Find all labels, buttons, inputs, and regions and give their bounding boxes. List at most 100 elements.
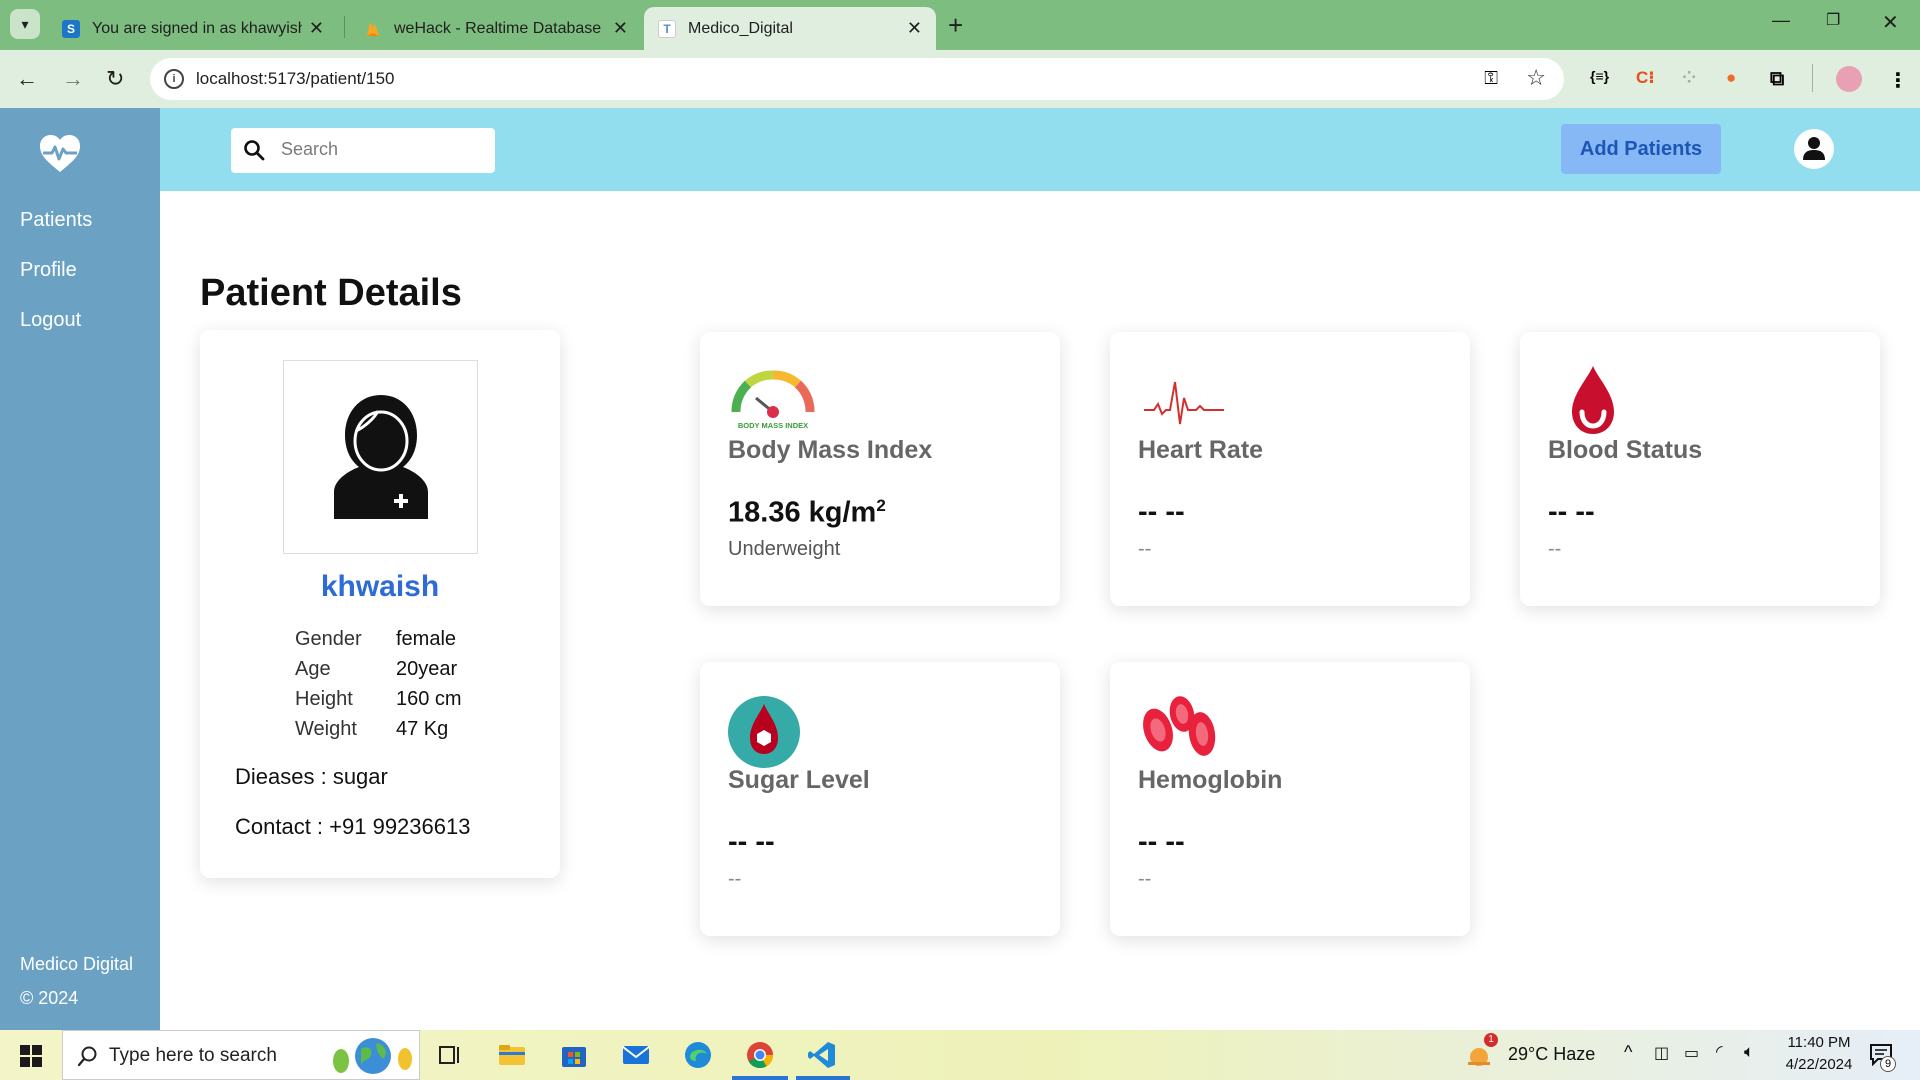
patient-disease: Dieases : sugar (235, 764, 388, 789)
heart-rate-card: Heart Rate -- -- -- (1110, 332, 1470, 606)
bookmark-star-icon[interactable]: ☆ (1526, 65, 1546, 91)
red-blood-cells-icon (1143, 696, 1216, 756)
forward-icon[interactable]: → (62, 66, 84, 92)
password-key-icon[interactable]: ⚿ (1484, 68, 1498, 89)
add-patients-button[interactable]: Add Patients (1561, 124, 1721, 174)
volume-icon[interactable]: 🔈︎ (1744, 1042, 1754, 1062)
search-icon (77, 1046, 97, 1067)
microsoft-store-icon[interactable] (558, 1039, 590, 1071)
windows-start-icon[interactable] (20, 1045, 42, 1067)
app-header: Add Patients (160, 108, 1920, 191)
search-input[interactable] (281, 139, 481, 160)
battery-icon[interactable]: ▭ (1684, 1043, 1699, 1063)
browser-tab-3-active[interactable]: T Medico_Digital ✕ (644, 7, 936, 50)
extension-orange-icon[interactable]: ● (1726, 68, 1736, 88)
search-box[interactable] (231, 128, 495, 173)
app-sidebar: Patients Profile Logout Medico Digital ©… (0, 108, 160, 1030)
reload-icon[interactable]: ↻ (106, 66, 124, 92)
toolbar-divider (1812, 64, 1813, 92)
close-tab-icon[interactable]: ✕ (907, 18, 922, 39)
metric-title: Hemoglobin (1138, 766, 1283, 794)
running-app-indicator (796, 1076, 850, 1080)
field-label: Height (295, 688, 353, 710)
sugar-drop-icon (728, 696, 800, 768)
field-label: Gender (295, 628, 362, 650)
metric-status: -- (1138, 868, 1152, 890)
sidebar-item-patients[interactable]: Patients (20, 209, 92, 232)
vscode-icon[interactable] (806, 1039, 838, 1071)
bmi-gauge-icon: BODY MASS INDEX (731, 370, 815, 430)
bmi-value: 18.36 kg/m (728, 496, 877, 529)
mail-icon[interactable] (620, 1039, 652, 1071)
wifi-icon[interactable]: ◜ (1716, 1042, 1723, 1062)
metric-status: -- (1138, 538, 1152, 560)
browser-tab-1[interactable]: S You are signed in as khawyishs ✕ (48, 7, 338, 50)
extension-json-icon[interactable]: {≡} (1590, 68, 1609, 84)
task-view-icon[interactable] (434, 1039, 466, 1071)
tab-title: weHack - Realtime Database - (394, 19, 604, 37)
chrome-browser-icon[interactable] (744, 1039, 776, 1071)
s-favicon-icon: S (62, 19, 80, 38)
close-window-icon[interactable]: ✕ (1882, 10, 1899, 35)
minimize-icon[interactable]: — (1772, 10, 1790, 31)
metric-value: -- -- (728, 826, 775, 858)
taskbar-search-placeholder: Type here to search (109, 1045, 277, 1066)
metric-status: -- (728, 868, 742, 890)
field-label: Age (295, 658, 331, 680)
metric-status: -- (1548, 538, 1562, 560)
metric-value: -- -- (1548, 496, 1595, 528)
field-value: female (396, 628, 457, 650)
footer-copyright: © 2024 (20, 988, 79, 1008)
extension-dots-icon[interactable]: ⁘ (1682, 68, 1696, 88)
patient-name: khwaish (320, 570, 440, 603)
browser-tab-strip: ▾ S You are signed in as khawyishs ✕ weH… (0, 0, 1920, 50)
bmi-gauge-label: BODY MASS INDEX (738, 421, 808, 430)
active-app-indicator (732, 1076, 788, 1080)
field-value: 47 Kg (396, 718, 449, 740)
tab-title: You are signed in as khawyishs (92, 19, 302, 37)
bmi-unit-exponent: 2 (876, 496, 886, 515)
clock-date[interactable]: 4/22/2024 (1776, 1056, 1862, 1073)
metric-title: Blood Status (1548, 436, 1703, 464)
browser-menu-icon[interactable]: ⋮ (1888, 68, 1908, 93)
sidebar-item-logout[interactable]: Logout (20, 309, 81, 332)
clock-time[interactable]: 11:40 PM (1782, 1034, 1856, 1051)
new-tab-icon[interactable]: + (948, 10, 963, 40)
page-title: Patient Details (200, 272, 462, 314)
address-bar[interactable]: i localhost:5173/patient/150 ⚿ ☆ (150, 58, 1564, 100)
user-avatar-button[interactable] (1794, 129, 1834, 169)
weather-text[interactable]: 29°C Haze (1508, 1044, 1595, 1065)
user-icon (1803, 137, 1825, 160)
close-tab-icon[interactable]: ✕ (309, 18, 324, 39)
site-info-icon[interactable]: i (164, 69, 184, 89)
extension-c-icon[interactable]: C⁝ (1636, 68, 1655, 88)
browser-tab-2[interactable]: weHack - Realtime Database - ✕ (350, 7, 642, 50)
tab-search-button[interactable]: ▾ (10, 9, 40, 39)
meet-now-icon[interactable]: ◫ (1654, 1043, 1669, 1063)
close-tab-icon[interactable]: ✕ (613, 18, 628, 39)
file-explorer-icon[interactable] (496, 1039, 528, 1071)
tab-title: Medico_Digital (688, 19, 793, 37)
bmi-card: BODY MASS INDEX Body Mass Index 18.36 kg… (700, 332, 1060, 606)
windows-taskbar: Type here to search 1 29°C Haze ^ ◫ ▭ ◜ (0, 1030, 1920, 1080)
restore-icon[interactable]: ❐ (1826, 10, 1840, 30)
show-hidden-icons-chevron-icon[interactable]: ^ (1624, 1042, 1632, 1063)
profile-avatar-icon[interactable] (1836, 66, 1862, 92)
patient-photo (283, 360, 478, 554)
sidebar-item-profile[interactable]: Profile (20, 259, 77, 282)
earth-day-illustration-icon (333, 1038, 412, 1074)
url-text[interactable]: localhost:5173/patient/150 (196, 69, 395, 89)
metric-title: Heart Rate (1138, 436, 1264, 464)
sugar-level-card: Sugar Level -- -- -- (700, 662, 1060, 936)
blood-status-card: Blood Status -- -- -- (1520, 332, 1880, 606)
t-favicon-icon: T (658, 19, 676, 38)
edge-browser-icon[interactable] (682, 1039, 714, 1071)
browser-toolbar: ← → ↻ i localhost:5173/patient/150 ⚿ ☆ {… (0, 50, 1920, 108)
metric-title: Sugar Level (728, 766, 870, 794)
heart-pulse-logo-icon[interactable] (38, 134, 82, 174)
back-icon[interactable]: ← (16, 66, 38, 92)
extensions-puzzle-icon[interactable]: ⧉ (1770, 68, 1784, 91)
patient-gender-row: Gender female (295, 628, 456, 651)
taskbar-search-box[interactable]: Type here to search (62, 1030, 420, 1080)
notification-count-badge: 9 (1880, 1056, 1896, 1072)
